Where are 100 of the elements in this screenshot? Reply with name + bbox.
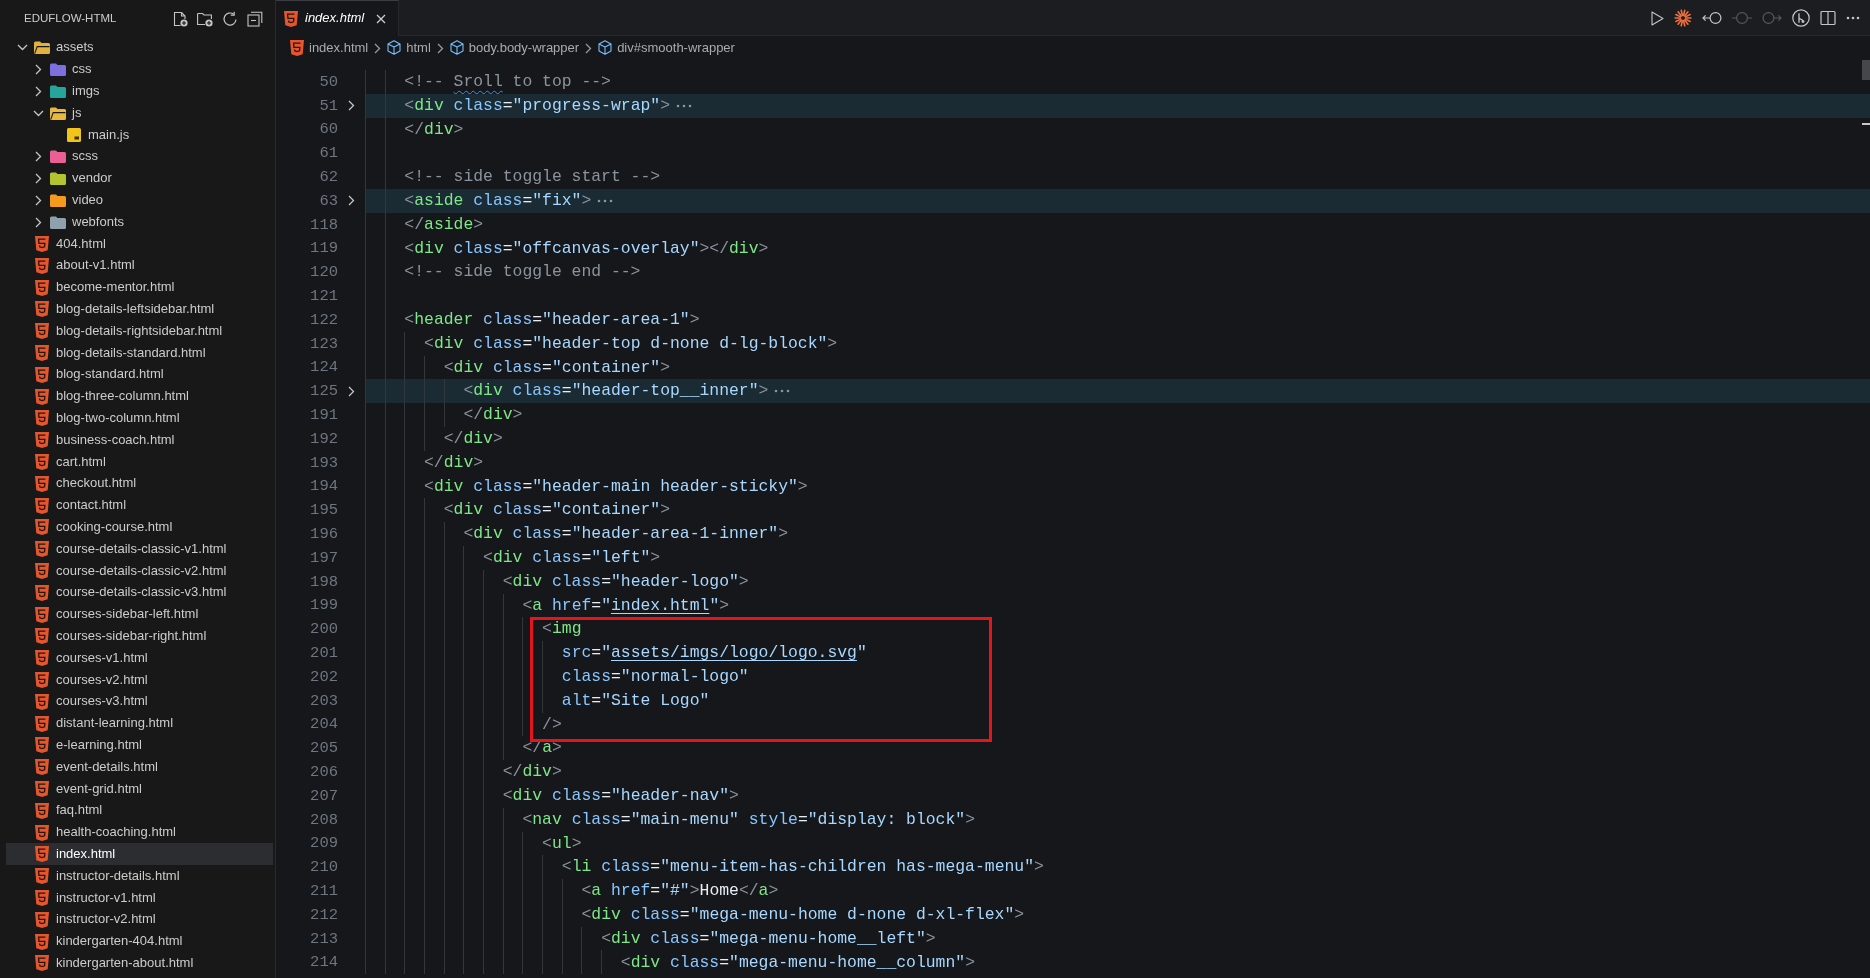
refresh-icon[interactable] xyxy=(222,10,238,27)
play-icon[interactable] xyxy=(1651,10,1664,26)
code-line: </div> xyxy=(404,119,464,140)
file-tree-item[interactable]: become-mentor.html xyxy=(6,276,273,299)
file-tree-item[interactable]: blog-details-standard.html xyxy=(6,342,273,364)
file-tree-item[interactable]: course-details-classic-v2.html xyxy=(6,560,273,582)
file-tree-item[interactable]: blog-standard.html xyxy=(6,363,273,386)
file-tree-item[interactable]: faq.html xyxy=(6,799,273,822)
file-tree-item[interactable]: course-details-classic-v1.html xyxy=(6,538,273,561)
chevron-icon[interactable] xyxy=(32,109,44,117)
file-tree-item[interactable]: 404.html xyxy=(6,233,273,255)
chevron-icon[interactable] xyxy=(34,64,42,76)
file-tree-item[interactable]: js xyxy=(6,102,273,125)
file-tree-item[interactable]: about-v1.html xyxy=(6,254,273,277)
code-line: <div class="offcanvas-overlay"></div> xyxy=(404,238,769,259)
file-tree-item[interactable]: blog-details-rightsidebar.html xyxy=(6,320,273,343)
html-file-icon xyxy=(284,10,298,27)
editor-tab[interactable]: index.html xyxy=(276,0,400,36)
file-tree-item[interactable]: blog-details-leftsidebar.html xyxy=(6,298,273,321)
file-tree-item[interactable]: courses-sidebar-left.html xyxy=(6,603,273,626)
file-tree-item[interactable]: instructor-v1.html xyxy=(6,887,273,909)
new-folder-icon[interactable] xyxy=(197,10,213,27)
close-icon[interactable] xyxy=(376,13,387,24)
line-number: 210 xyxy=(310,857,338,878)
file-tree-item[interactable]: courses-sidebar-right.html xyxy=(6,625,273,648)
code-line: <div class="mega-menu-home__column"> xyxy=(620,952,975,973)
code-line: <li class="menu-item-has-children has-mega-menu"> xyxy=(561,857,1044,878)
file-tree-item[interactable]: courses-v2.html xyxy=(6,669,273,691)
chevron-icon[interactable] xyxy=(34,151,42,163)
file-tree-item[interactable]: video xyxy=(6,189,273,212)
chevron-icon[interactable] xyxy=(34,194,42,206)
line-number: 193 xyxy=(310,452,338,473)
code-line: <img xyxy=(542,619,582,640)
ellipsis-icon[interactable] xyxy=(597,198,614,203)
chevron-icon[interactable] xyxy=(34,173,42,185)
html-file-icon xyxy=(35,868,49,885)
line-number: 191 xyxy=(310,405,338,426)
collapse-icon[interactable] xyxy=(247,10,263,27)
ellipsis-icon[interactable] xyxy=(774,389,791,394)
file-tree-item[interactable]: blog-three-column.html xyxy=(6,385,273,408)
split-editor-icon[interactable] xyxy=(1820,10,1836,26)
file-tree-item[interactable]: blog-two-column.html xyxy=(6,407,273,430)
file-tree-item[interactable]: css xyxy=(6,58,273,81)
new-file-icon[interactable] xyxy=(172,10,188,27)
file-tree-item[interactable]: event-grid.html xyxy=(6,778,273,800)
file-tree-item[interactable]: event-details.html xyxy=(6,756,273,779)
html-file-icon xyxy=(35,824,49,841)
file-tree-item[interactable]: vendor xyxy=(6,167,273,190)
file-tree-item[interactable]: contact.html xyxy=(6,494,273,517)
html-file-icon xyxy=(35,693,49,710)
file-tree-item[interactable]: instructor-details.html xyxy=(6,865,273,888)
line-number: 214 xyxy=(310,952,338,973)
file-tree-item[interactable]: courses-v3.html xyxy=(6,690,273,713)
file-tree-item[interactable]: health-coaching.html xyxy=(6,821,273,844)
code-line: alt="Site Logo" xyxy=(561,690,710,711)
chevron-icon[interactable] xyxy=(16,44,28,52)
code-line: class="normal-logo" xyxy=(561,666,749,687)
chevron-icon[interactable] xyxy=(348,100,355,112)
file-tree-item[interactable]: course-details-classic-v3.html xyxy=(6,581,273,604)
breadcrumb-item[interactable]: div#smooth-wrapper xyxy=(598,39,735,57)
line-number: 199 xyxy=(310,595,338,616)
file-tree-item[interactable]: distant-learning.html xyxy=(6,712,273,735)
line-number: 201 xyxy=(310,642,338,664)
file-tree-item[interactable]: imgs xyxy=(6,80,273,103)
scrollbar-thumb[interactable] xyxy=(1862,60,1870,80)
file-tree-item[interactable]: kindergarten-404.html xyxy=(6,930,273,953)
code-line: <div class="header-top d-none d-lg-block"> xyxy=(424,333,838,354)
file-tree-item[interactable]: cooking-course.html xyxy=(6,516,273,539)
branch-circle-icon[interactable] xyxy=(1792,9,1810,27)
code-line: </div> xyxy=(424,452,484,473)
file-tree-item[interactable]: e-learning.html xyxy=(6,734,273,757)
file-tree-item[interactable]: assets xyxy=(6,37,273,59)
chevron-icon[interactable] xyxy=(34,216,42,228)
sparkle-icon[interactable] xyxy=(1674,9,1692,27)
file-tree-item[interactable]: instructor-v2.html xyxy=(6,908,273,931)
file-tree-item[interactable]: business-coach.html xyxy=(6,429,273,452)
breadcrumb-item[interactable]: body.body-wrapper xyxy=(449,39,580,57)
ellipsis-icon[interactable] xyxy=(676,103,692,108)
more-icon[interactable] xyxy=(1846,16,1860,20)
file-tree-item[interactable]: webfonts xyxy=(6,211,273,234)
html-file-icon xyxy=(35,301,49,318)
file-tree-item[interactable]: scss xyxy=(6,146,273,168)
html-file-icon xyxy=(35,345,49,362)
file-tree-item[interactable]: index.html xyxy=(6,843,273,866)
chevron-icon[interactable] xyxy=(34,86,42,97)
html-file-icon xyxy=(35,802,49,819)
line-number: 50 xyxy=(319,71,338,92)
html-file-icon xyxy=(35,955,49,972)
file-tree-item[interactable]: kindergarten-about.html xyxy=(6,952,273,975)
circle-arrow-icon[interactable] xyxy=(1702,11,1722,25)
chevron-icon[interactable] xyxy=(348,385,355,397)
breadcrumb-item[interactable]: html xyxy=(387,39,431,57)
line-number: 194 xyxy=(310,476,338,497)
file-tree-item[interactable]: courses-v1.html xyxy=(6,647,273,670)
line-number: 125 xyxy=(310,381,338,402)
chevron-icon[interactable] xyxy=(348,195,355,207)
file-tree-item[interactable]: checkout.html xyxy=(6,472,273,495)
file-tree-item[interactable]: cart.html xyxy=(6,451,273,473)
breadcrumb-item[interactable]: index.html xyxy=(290,39,369,57)
file-tree-item[interactable]: main.js xyxy=(6,124,273,146)
